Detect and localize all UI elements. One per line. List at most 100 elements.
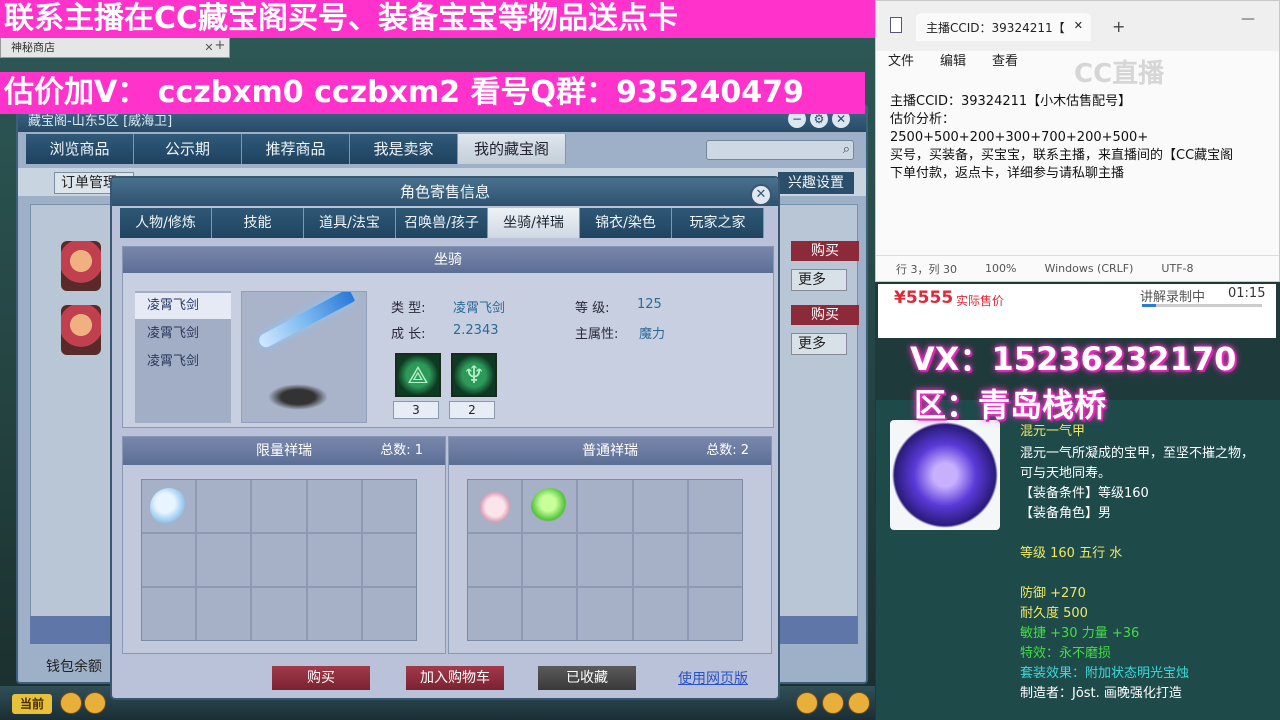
new-tab-button[interactable]: + bbox=[1112, 17, 1125, 36]
buy-button[interactable]: 购买 bbox=[791, 241, 859, 261]
close-icon[interactable]: ✕ bbox=[750, 184, 772, 206]
grid-cell[interactable] bbox=[523, 534, 577, 586]
grid-cell[interactable] bbox=[362, 480, 416, 532]
interest-settings-button[interactable]: 兴趣设置 bbox=[778, 172, 854, 194]
search-input[interactable]: ⌕ bbox=[706, 140, 854, 160]
web-version-link[interactable]: 使用网页版 bbox=[678, 668, 748, 688]
menu-icon[interactable] bbox=[848, 692, 870, 714]
menu-file[interactable]: 文件 bbox=[888, 51, 914, 73]
grid-cell[interactable] bbox=[307, 588, 361, 640]
grid-cell[interactable] bbox=[252, 588, 306, 640]
system-icon[interactable] bbox=[822, 692, 844, 714]
grid-cell[interactable] bbox=[633, 588, 687, 640]
grid-cell[interactable] bbox=[523, 588, 577, 640]
type-label: 类 型: bbox=[391, 301, 426, 316]
grid-cell[interactable] bbox=[307, 480, 361, 532]
pet-icon[interactable] bbox=[531, 488, 570, 526]
store-nav: 浏览商品 公示期 推荐商品 我是卖家 我的藏宝阁 bbox=[26, 134, 566, 164]
new-tab-button[interactable]: + bbox=[210, 36, 230, 58]
pet-icon[interactable] bbox=[150, 488, 188, 526]
grid-cell[interactable] bbox=[252, 480, 306, 532]
item-set-effect: 套装效果：附加状态明光宝烛 bbox=[1020, 666, 1190, 681]
minimize-icon[interactable]: — bbox=[1241, 11, 1255, 27]
close-icon[interactable]: ✕ bbox=[1074, 19, 1083, 32]
tab-skills[interactable]: 技能 bbox=[212, 208, 304, 238]
tab-recommended[interactable]: 推荐商品 bbox=[242, 134, 350, 164]
grid-cell[interactable] bbox=[142, 588, 196, 640]
grid-cell[interactable] bbox=[362, 588, 416, 640]
notepad-status-bar: 行 3，列 30 100% Windows (CRLF) UTF-8 bbox=[876, 255, 1279, 281]
mount-skill-icon[interactable]: ♆ bbox=[451, 353, 497, 397]
buy-button[interactable]: 购买 bbox=[791, 305, 859, 325]
grid-cell[interactable] bbox=[688, 480, 742, 532]
mount-list-item[interactable]: 凌霄飞剑 bbox=[135, 293, 231, 319]
grid-cell[interactable] bbox=[142, 534, 196, 586]
main-attribute-label: 主属性: bbox=[575, 327, 619, 342]
grid-cell[interactable] bbox=[688, 588, 742, 640]
tab-browse[interactable]: 浏览商品 bbox=[26, 134, 134, 164]
limited-auspicious-panel: 限量祥瑞 总数: 1 bbox=[122, 436, 446, 654]
notepad-window: 主播CCID：39324211【 ✕ + — CC直播 文件 编辑 查看 主播C… bbox=[875, 0, 1280, 282]
emoji-icon[interactable] bbox=[84, 692, 106, 714]
tab-seller[interactable]: 我是卖家 bbox=[350, 134, 458, 164]
item-special: 特效：永不磨损 bbox=[1020, 646, 1112, 661]
growth-label: 成 长: bbox=[391, 327, 426, 342]
grid-cell[interactable] bbox=[633, 480, 687, 532]
normal-grid bbox=[467, 479, 743, 641]
tab-character[interactable]: 人物/修炼 bbox=[120, 208, 212, 238]
grid-cell[interactable] bbox=[578, 534, 632, 586]
tab-publicity[interactable]: 公示期 bbox=[134, 134, 242, 164]
grid-cell[interactable] bbox=[468, 588, 522, 640]
mount-preview bbox=[241, 291, 367, 423]
grid-cell[interactable] bbox=[468, 534, 522, 586]
client-tab[interactable]: 神秘商店 bbox=[1, 39, 201, 55]
grid-cell[interactable] bbox=[197, 588, 251, 640]
level-label: 等 级: bbox=[575, 301, 610, 316]
grid-cell[interactable] bbox=[252, 534, 306, 586]
channel-current-button[interactable]: 当前 bbox=[12, 694, 52, 714]
more-button[interactable]: 更多 bbox=[791, 269, 847, 291]
grid-cell[interactable] bbox=[633, 534, 687, 586]
skill-glyph-icon: ♆ bbox=[463, 361, 485, 389]
emoji-icon[interactable] bbox=[796, 692, 818, 714]
menu-view[interactable]: 查看 bbox=[992, 51, 1018, 73]
buy-button[interactable]: 购买 bbox=[272, 666, 370, 690]
notepad-text-area[interactable]: 主播CCID：39324211【小木估售配号】 估价分析： 2500+500+2… bbox=[876, 73, 1279, 241]
grid-cell[interactable] bbox=[468, 480, 522, 532]
tab-outfits[interactable]: 锦衣/染色 bbox=[580, 208, 672, 238]
item-tooltip: 混元一气甲 混元一气所凝成的宝甲，至坚不摧之物， 可与天地同寿。 【装备条件】等… bbox=[876, 400, 1280, 720]
grid-cell[interactable] bbox=[688, 534, 742, 586]
mount-list-item[interactable]: 凌霄飞剑 bbox=[135, 349, 231, 375]
text-line: 下单付款，返点卡，详细参与请私聊主播 bbox=[890, 166, 1125, 181]
pet-icon[interactable] bbox=[476, 488, 514, 526]
mount-shadow bbox=[268, 384, 328, 410]
grid-cell[interactable] bbox=[307, 534, 361, 586]
text-line: 2500+500+200+300+700+200+500+ bbox=[890, 130, 1149, 145]
add-to-cart-button[interactable]: 加入购物车 bbox=[406, 666, 504, 690]
menu-edit[interactable]: 编辑 bbox=[940, 51, 966, 73]
notepad-tab-title: 主播CCID：39324211【 bbox=[926, 21, 1065, 35]
recording-label: 讲解录制中 bbox=[1140, 290, 1206, 305]
grid-cell[interactable] bbox=[523, 480, 577, 532]
grid-cell[interactable] bbox=[578, 480, 632, 532]
normal-header: 普通祥瑞 总数: 2 bbox=[449, 437, 771, 465]
tab-items[interactable]: 道具/法宝 bbox=[304, 208, 396, 238]
item-defense: 防御 +270 bbox=[1020, 586, 1086, 601]
recording-time: 01:15 bbox=[1228, 286, 1266, 301]
microphone-icon[interactable] bbox=[60, 692, 82, 714]
search-icon[interactable]: ⌕ bbox=[843, 142, 850, 157]
grid-cell[interactable] bbox=[142, 480, 196, 532]
grid-cell[interactable] bbox=[578, 588, 632, 640]
favorited-button[interactable]: 已收藏 bbox=[538, 666, 636, 690]
grid-cell[interactable] bbox=[197, 534, 251, 586]
grid-cell[interactable] bbox=[197, 480, 251, 532]
tab-home[interactable]: 玩家之家 bbox=[672, 208, 764, 238]
tab-my-store[interactable]: 我的藏宝阁 bbox=[458, 134, 566, 164]
mount-list-item[interactable]: 凌霄飞剑 bbox=[135, 321, 231, 347]
more-button[interactable]: 更多 bbox=[791, 333, 847, 355]
grid-cell[interactable] bbox=[362, 534, 416, 586]
mount-skill-icon[interactable]: ⟁ bbox=[395, 353, 441, 397]
tab-summons[interactable]: 召唤兽/孩子 bbox=[396, 208, 488, 238]
notepad-tab[interactable]: 主播CCID：39324211【 ✕ bbox=[916, 13, 1091, 41]
tab-mounts[interactable]: 坐骑/祥瑞 bbox=[488, 208, 580, 238]
